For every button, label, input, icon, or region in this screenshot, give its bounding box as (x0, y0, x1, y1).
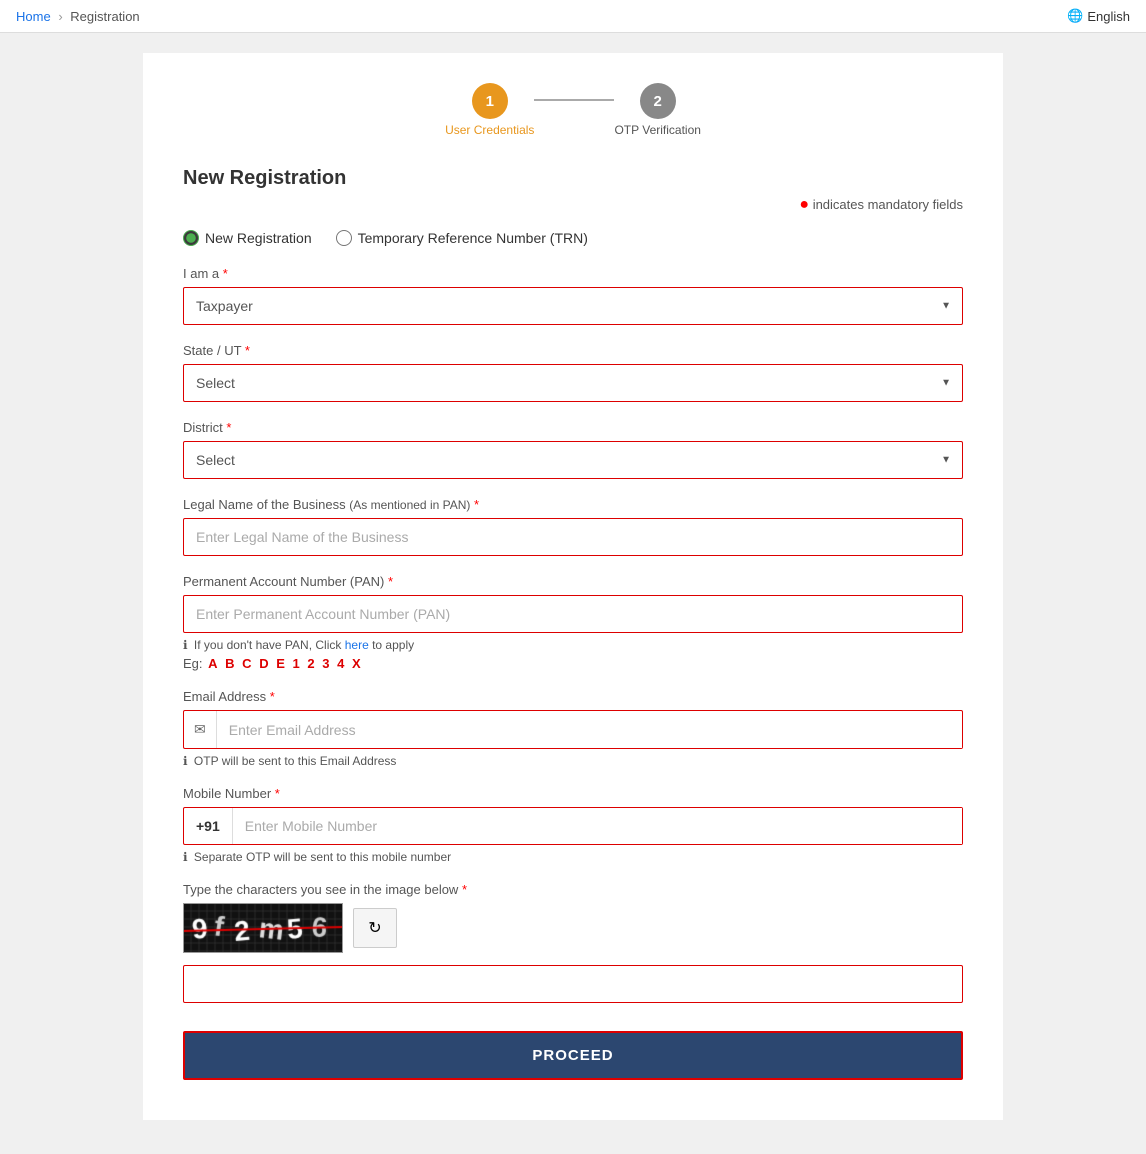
pan-char-3: 3 (322, 656, 329, 671)
pan-char-E: E (276, 656, 285, 671)
captcha-row: ↻ (183, 903, 963, 953)
legal-name-label: Legal Name of the Business (As mentioned… (183, 497, 963, 512)
registration-type-group: New Registration Temporary Reference Num… (183, 230, 963, 246)
state-label: State / UT * (183, 343, 963, 358)
radio-new-registration[interactable]: New Registration (183, 230, 312, 246)
pan-char-4: 4 (337, 656, 344, 671)
taxpayer-select[interactable]: Taxpayer (183, 287, 963, 325)
pan-char-2: 2 (307, 656, 314, 671)
pan-example: Eg: A B C D E 1 2 3 4 X (183, 656, 963, 671)
pan-label: Permanent Account Number (PAN) * (183, 574, 963, 589)
step-2-label: OTP Verification (614, 123, 700, 137)
breadcrumb-current: Registration (70, 9, 139, 24)
refresh-icon: ↻ (368, 918, 381, 938)
radio-new-label: New Registration (205, 230, 312, 246)
mobile-info-icon: ℹ (183, 850, 188, 864)
step-2: 2 OTP Verification (614, 83, 700, 137)
mobile-prefix: +91 (184, 808, 233, 844)
mandatory-dot: ● (799, 196, 809, 213)
pan-eg-label: Eg: (183, 656, 203, 671)
mobile-hint: ℹ Separate OTP will be sent to this mobi… (183, 850, 963, 864)
email-hint: ℹ OTP will be sent to this Email Address (183, 754, 963, 768)
mobile-wrapper: +91 (183, 807, 963, 845)
pan-char-A: A (208, 656, 217, 671)
captcha-image (183, 903, 343, 953)
pan-char-X: X (352, 656, 361, 671)
district-select[interactable]: Select (183, 441, 963, 479)
radio-trn[interactable]: Temporary Reference Number (TRN) (336, 230, 588, 246)
pan-char-D: D (259, 656, 268, 671)
i-am-a-group: I am a * Taxpayer (183, 266, 963, 325)
state-select-wrapper: Select (183, 364, 963, 402)
step-1-circle: 1 (472, 83, 508, 119)
pan-here-link[interactable]: here (345, 638, 369, 652)
radio-trn-label: Temporary Reference Number (TRN) (358, 230, 588, 246)
pan-char-1: 1 (293, 656, 300, 671)
step-1-label: User Credentials (445, 123, 534, 137)
mobile-input[interactable] (233, 808, 962, 844)
info-icon: ℹ (183, 638, 188, 652)
district-label: District * (183, 420, 963, 435)
captcha-group: Type the characters you see in the image… (183, 882, 963, 1003)
pan-char-B: B (225, 656, 234, 671)
i-am-label: I am a * (183, 266, 963, 281)
language-selector[interactable]: 🌐 English (1067, 8, 1130, 24)
radio-new-input[interactable] (183, 230, 199, 246)
mandatory-text: indicates mandatory fields (813, 197, 963, 212)
form-title: New Registration (183, 167, 963, 190)
state-select[interactable]: Select (183, 364, 963, 402)
captcha-refresh-button[interactable]: ↻ (353, 908, 397, 948)
mandatory-note: ● indicates mandatory fields (183, 196, 963, 214)
captcha-input[interactable] (183, 965, 963, 1003)
breadcrumb-sep: › (58, 9, 62, 24)
step-1: 1 User Credentials (445, 83, 534, 137)
email-label: Email Address * (183, 689, 963, 704)
email-input[interactable] (217, 712, 962, 748)
main-content: 1 User Credentials 2 OTP Verification Ne… (143, 53, 1003, 1120)
top-bar: Home › Registration 🌐 English (0, 0, 1146, 33)
radio-trn-input[interactable] (336, 230, 352, 246)
state-group: State / UT * Select (183, 343, 963, 402)
district-group: District * Select (183, 420, 963, 479)
mobile-group: Mobile Number * +91 ℹ Separate OTP will … (183, 786, 963, 864)
district-select-wrapper: Select (183, 441, 963, 479)
email-input-wrapper: ✉ (183, 710, 963, 749)
pan-group: Permanent Account Number (PAN) * ℹ If yo… (183, 574, 963, 671)
language-label: English (1087, 9, 1130, 24)
home-link[interactable]: Home (16, 9, 51, 24)
email-group: Email Address * ✉ ℹ OTP will be sent to … (183, 689, 963, 768)
proceed-button[interactable]: PROCEED (183, 1031, 963, 1080)
stepper: 1 User Credentials 2 OTP Verification (183, 83, 963, 137)
legal-name-input[interactable] (183, 518, 963, 556)
mobile-label: Mobile Number * (183, 786, 963, 801)
taxpayer-select-wrapper: Taxpayer (183, 287, 963, 325)
pan-char-C: C (242, 656, 251, 671)
step-2-circle: 2 (640, 83, 676, 119)
legal-name-group: Legal Name of the Business (As mentioned… (183, 497, 963, 556)
email-icon: ✉ (184, 711, 217, 748)
captcha-label: Type the characters you see in the image… (183, 882, 963, 897)
breadcrumb: Home › Registration (16, 9, 140, 24)
pan-hint: ℹ If you don't have PAN, Click here to a… (183, 638, 963, 652)
email-info-icon: ℹ (183, 754, 188, 768)
pan-input[interactable] (183, 595, 963, 633)
globe-icon: 🌐 (1067, 8, 1083, 24)
step-connector (534, 99, 614, 101)
